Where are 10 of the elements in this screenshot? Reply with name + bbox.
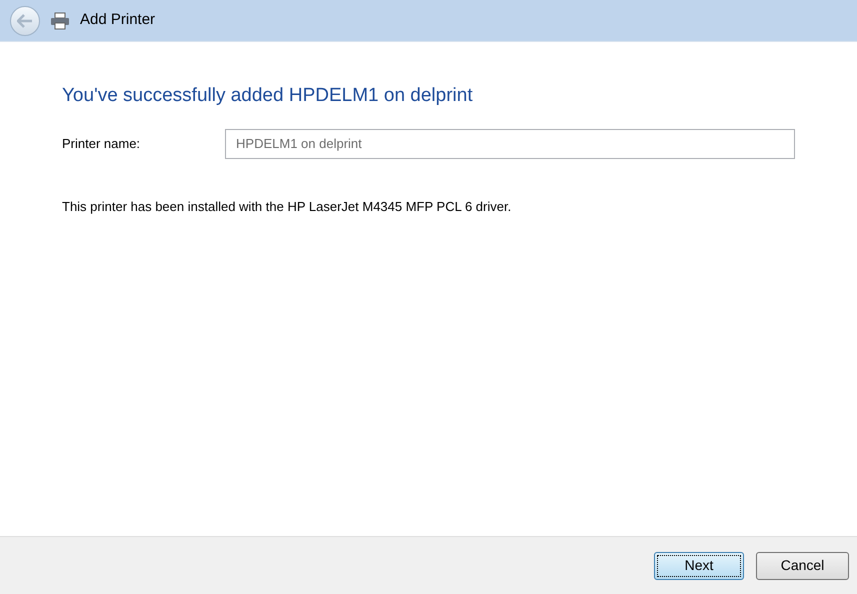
dialog-button[interactable]: Next <box>654 552 744 580</box>
printer-name-field[interactable]: HPDELM1 on delprint <box>225 128 795 158</box>
field-label: Printer name: <box>62 134 142 153</box>
back-arrow-icon <box>17 14 33 28</box>
install-message: This printer has been installed with the HP LaserJet M4345 MFP PCL 6 driver. <box>62 198 512 216</box>
heading: You've successfully added HPDELM1 on delprint <box>62 84 474 108</box>
printer-icon <box>50 12 70 30</box>
dialog-button[interactable]: Cancel <box>756 552 849 580</box>
back-button[interactable] <box>10 6 40 36</box>
window-title: Add Printer <box>80 10 156 30</box>
